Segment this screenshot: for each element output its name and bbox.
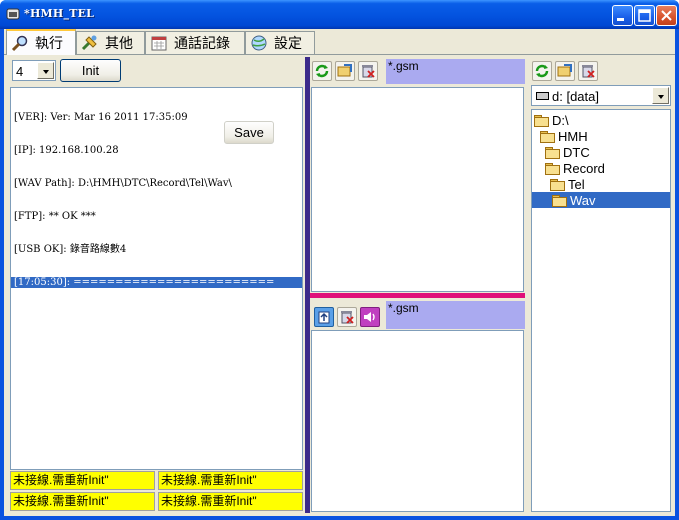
export-button[interactable]	[314, 307, 334, 327]
drive-icon	[536, 92, 549, 100]
tab-divider	[4, 54, 675, 55]
drive-select[interactable]: d: [data]	[531, 85, 671, 106]
tree-item-label: Wav	[570, 192, 596, 208]
tab-call-log[interactable]: 通話記錄	[145, 31, 245, 54]
magnifier-icon	[11, 35, 28, 52]
run-panel: 4 Init [VER]: Ver: Mar 16 2011 17:35:09 …	[6, 57, 305, 513]
play-button[interactable]	[360, 307, 380, 327]
chevron-down-icon[interactable]	[652, 87, 669, 104]
tab-settings-label: 設定	[274, 36, 302, 52]
minimize-button[interactable]	[612, 5, 633, 26]
tree-item[interactable]: D:\	[534, 112, 569, 128]
phone-app-icon	[6, 8, 20, 20]
recordings-panel: *.gsm *.gsm	[310, 57, 525, 513]
trash-icon	[362, 65, 375, 78]
tab-run-label: 執行	[35, 36, 63, 52]
app-window: *HMH_TEL 執行 其他 通話記錄 設定 4 Init [VER]: Ver…	[0, 0, 679, 520]
calendar-icon	[151, 36, 167, 51]
save-button[interactable]: Save	[224, 121, 274, 144]
line-status-3: 未接線.需重新Init"	[10, 492, 155, 511]
line-select-value: 4	[16, 64, 24, 79]
line-status-2: 未接線.需重新Init"	[158, 471, 303, 490]
title-bar[interactable]: *HMH_TEL	[0, 0, 679, 29]
close-button[interactable]	[656, 5, 677, 26]
folder-open-icon	[557, 64, 572, 77]
refresh-icon	[535, 64, 549, 78]
folder-toolbar	[532, 59, 601, 83]
top-toolbar	[312, 59, 381, 83]
minimize-icon	[617, 18, 624, 21]
tree-item-selected[interactable]: Wav	[532, 192, 670, 208]
top-file-list[interactable]	[311, 87, 524, 292]
log-box[interactable]: [VER]: Ver: Mar 16 2011 17:35:09 [IP]: 1…	[10, 87, 303, 470]
tree-item[interactable]: HMH	[540, 128, 588, 144]
top-filter[interactable]: *.gsm	[386, 59, 525, 84]
tab-run[interactable]: 執行	[6, 29, 76, 55]
globe-icon	[251, 35, 267, 51]
log-line: [FTP]: ** OK ***	[14, 211, 96, 222]
log-line-selected: [17:05:30]: ========================	[11, 277, 302, 288]
line-status-grid: 未接線.需重新Init" 未接線.需重新Init" 未接線.需重新Init" 未…	[10, 471, 303, 512]
maximize-button[interactable]	[634, 5, 655, 26]
folder-icon	[534, 114, 549, 127]
trash-icon	[341, 311, 354, 324]
folder-icon	[545, 162, 560, 175]
tree-item[interactable]: Record	[545, 160, 605, 176]
folder-icon	[540, 130, 555, 143]
client-area: 執行 其他 通話記錄 設定 4 Init [VER]: Ver: Mar 16 …	[4, 29, 675, 516]
tree-item-label: Tel	[568, 176, 585, 192]
log-line: [USB OK]: 錄音路線數4	[14, 244, 127, 255]
tab-strip: 執行 其他 通話記錄 設定	[4, 29, 675, 56]
tree-item[interactable]: Tel	[550, 176, 585, 192]
folder-panel: d: [data] D:\ HMH DTC Record Tel Wav	[528, 57, 673, 513]
folder-tree: D:\ HMH DTC Record Tel Wav	[531, 109, 671, 512]
refresh-button[interactable]	[312, 61, 332, 81]
maximize-icon	[638, 9, 651, 22]
speaker-icon	[364, 312, 375, 322]
line-status-4: 未接線.需重新Init"	[158, 492, 303, 511]
bottom-toolbar	[314, 305, 383, 329]
list-separator	[310, 293, 525, 298]
open-folder-button[interactable]	[555, 61, 575, 81]
bottom-filter[interactable]: *.gsm	[386, 301, 525, 329]
tab-other[interactable]: 其他	[76, 31, 145, 54]
delete-button[interactable]	[337, 307, 357, 327]
close-icon	[661, 10, 672, 21]
tab-other-label: 其他	[105, 36, 133, 52]
tools-icon	[81, 35, 97, 51]
folder-icon	[550, 178, 565, 191]
tree-item-label: HMH	[558, 128, 588, 144]
trash-icon	[582, 65, 595, 78]
folder-open-icon	[337, 64, 352, 77]
log-line: [WAV Path]: D:\HMH\DTC\Record\Tel\Wav\	[14, 178, 232, 189]
init-button[interactable]: Init	[60, 59, 121, 82]
tab-settings[interactable]: 設定	[245, 31, 315, 54]
delete-button[interactable]	[358, 61, 378, 81]
folder-icon	[552, 194, 567, 207]
tree-item-label: Record	[563, 160, 605, 176]
refresh-button[interactable]	[532, 61, 552, 81]
delete-button[interactable]	[578, 61, 598, 81]
export-icon	[318, 311, 330, 324]
folder-icon	[545, 146, 560, 159]
tree-item[interactable]: DTC	[545, 144, 590, 160]
log-line: [IP]: 192.168.100.28	[14, 145, 119, 156]
refresh-icon	[315, 64, 329, 78]
tree-item-label: D:\	[552, 112, 569, 128]
tab-call-log-label: 通話記錄	[174, 36, 230, 52]
drive-select-value: d: [data]	[552, 89, 599, 104]
tree-item-label: DTC	[563, 144, 590, 160]
open-folder-button[interactable]	[335, 61, 355, 81]
chevron-down-icon[interactable]	[37, 62, 54, 79]
window-title: *HMH_TEL	[24, 7, 95, 20]
line-status-1: 未接線.需重新Init"	[10, 471, 155, 490]
bottom-file-list[interactable]	[311, 330, 524, 512]
line-select[interactable]: 4	[12, 60, 56, 81]
